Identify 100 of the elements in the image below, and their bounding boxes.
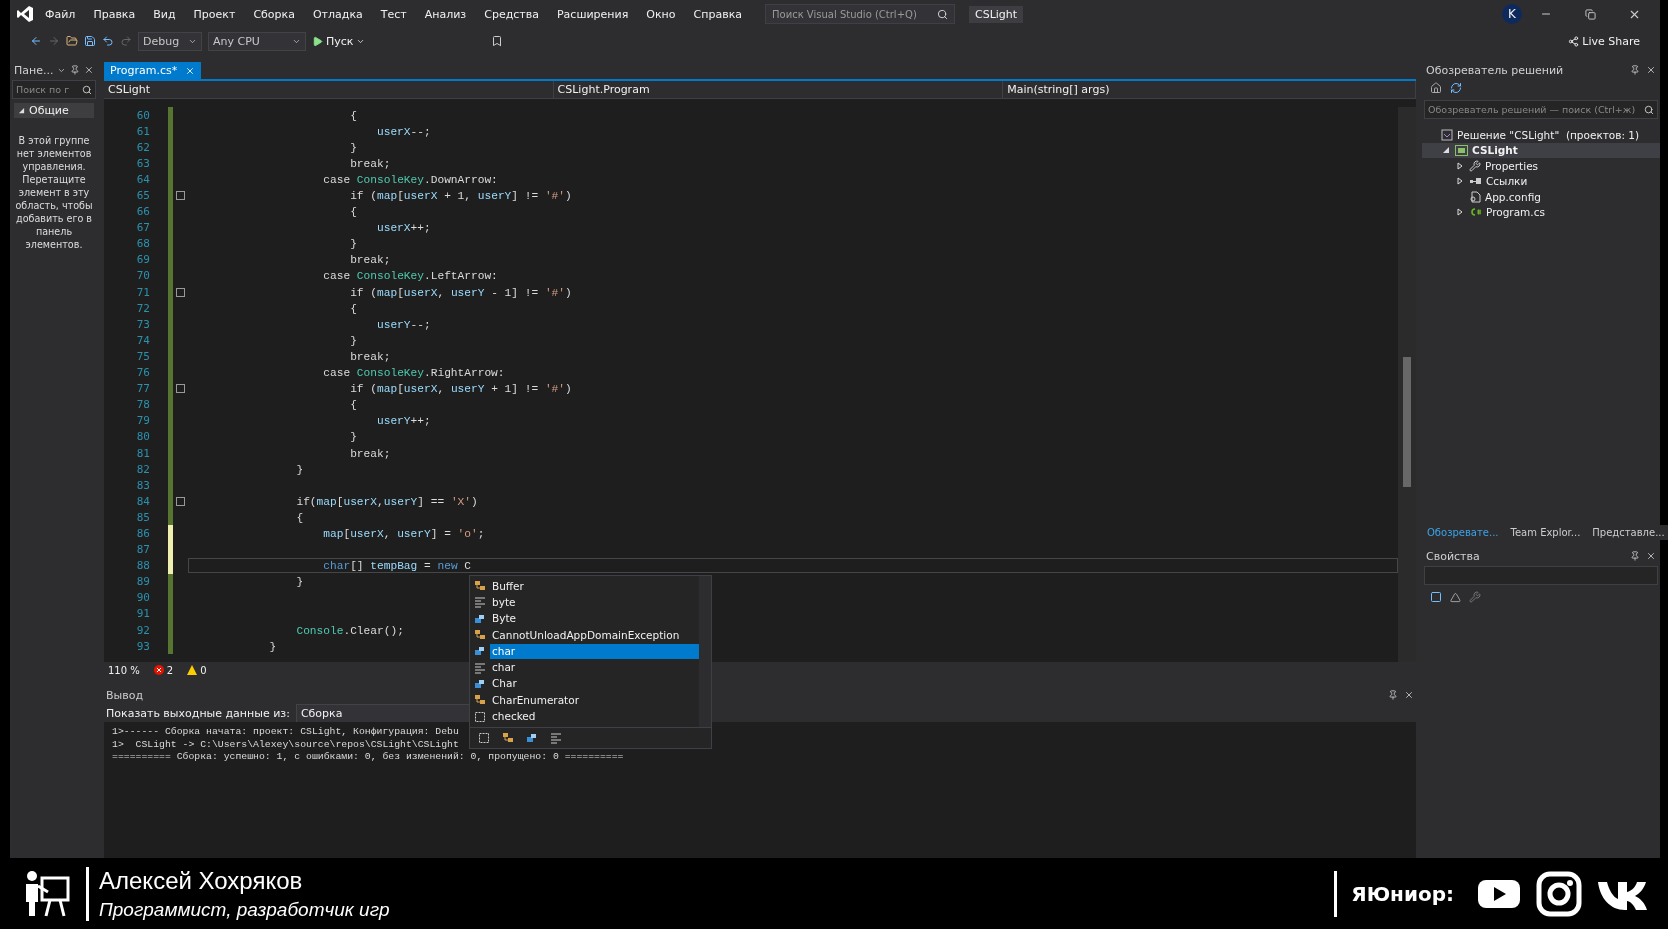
navigation-dropdown[interactable]: CSLight xyxy=(104,81,554,98)
code-line: if (map[userX, userY - 1] != '#') xyxy=(349,285,573,300)
completion-item[interactable]: byte xyxy=(490,594,699,610)
menu-item[interactable]: Расширения xyxy=(549,4,636,24)
undo-icon[interactable] xyxy=(102,35,114,47)
close-icon[interactable] xyxy=(1646,65,1656,75)
search-field[interactable]: Обозреватель решений — поиск (Ctrl+ж) xyxy=(1424,100,1658,119)
menu-item[interactable]: Анализ xyxy=(417,4,474,24)
refresh-icon[interactable] xyxy=(1450,82,1462,94)
configuration-dropdown[interactable]: Debug xyxy=(138,31,202,51)
navigation-dropdown[interactable]: Main(string[] args) xyxy=(1003,81,1416,98)
pin-icon[interactable] xyxy=(1388,690,1398,700)
code-line: { xyxy=(349,398,358,413)
tree-item[interactable]: CSLight xyxy=(1472,144,1518,157)
line-number: 73 xyxy=(135,317,151,331)
pin-icon[interactable] xyxy=(70,65,81,75)
output-line: ========== Сборка: успешно: 1, с ошибками: 0, без изменений: 0, пропущено: 0 ========== xyxy=(112,751,624,764)
collapsed-arrow-icon[interactable] xyxy=(1456,177,1464,186)
struct-icon xyxy=(474,677,486,690)
completion-item[interactable]: Char xyxy=(490,676,699,692)
line-number: 66 xyxy=(135,205,151,219)
fold-marker[interactable] xyxy=(176,384,185,394)
code-line: break; xyxy=(349,349,392,364)
tree-item[interactable]: Решение "CSLight" (проектов: 1) xyxy=(1457,128,1640,141)
fold-marker[interactable] xyxy=(176,191,185,200)
code-line: } xyxy=(349,333,358,348)
save-icon[interactable] xyxy=(84,35,96,47)
wrench-icon[interactable] xyxy=(1469,591,1481,603)
panel-tab[interactable]: Обозревате... xyxy=(1422,524,1504,540)
fold-marker[interactable] xyxy=(176,287,185,297)
menu-item[interactable]: Файл xyxy=(38,4,83,24)
code-line: { xyxy=(349,205,358,220)
document-tab[interactable]: Program.cs* xyxy=(104,62,202,79)
collapsed-arrow-icon[interactable] xyxy=(1456,208,1464,217)
menu-item[interactable]: Средства xyxy=(477,4,546,24)
bookmark-icon[interactable] xyxy=(491,35,504,47)
menu-item[interactable]: Справка xyxy=(686,4,749,24)
line-number: 88 xyxy=(135,559,151,573)
tree-item[interactable]: Ссылки xyxy=(1486,175,1528,188)
tree-item[interactable]: App.config xyxy=(1485,190,1541,203)
menu-item[interactable]: Окно xyxy=(639,4,683,24)
class-icon xyxy=(502,731,514,744)
search-icon xyxy=(82,84,92,95)
keyword-icon xyxy=(550,731,562,744)
code-line: Console.Clear(); xyxy=(295,623,405,638)
code-line: } xyxy=(295,462,305,477)
tree-item[interactable]: Properties xyxy=(1485,159,1539,172)
line-number: 78 xyxy=(135,398,151,412)
line-number: 62 xyxy=(135,140,151,154)
code-line: userY--; xyxy=(375,317,432,332)
pin-icon[interactable] xyxy=(1630,65,1640,75)
completion-item[interactable]: CannotUnloadAppDomainException xyxy=(490,627,699,643)
pin-icon[interactable] xyxy=(1630,551,1640,561)
code-line: userY++; xyxy=(375,414,432,429)
live-share-button[interactable]: Live Share xyxy=(1568,34,1640,48)
output-line: 1> CSLight -> C:\Users\Alexey\source\repos\CSLight\CSLight xyxy=(112,738,459,751)
code-line: userX--; xyxy=(375,124,432,139)
menu-item[interactable]: Правка xyxy=(86,4,143,24)
menu-item[interactable]: Проект xyxy=(186,4,243,24)
scrollbar[interactable] xyxy=(1398,107,1416,662)
line-number: 75 xyxy=(135,349,151,363)
error-count: 2 xyxy=(166,664,174,676)
menu-item[interactable]: Вид xyxy=(146,4,183,24)
completion-item[interactable]: Byte xyxy=(490,611,699,627)
redo-icon[interactable] xyxy=(120,35,132,47)
empty-group-message: В этой группе нет элементов управления. Перетащите элемент в эту область, чтобы добавить его в панель элементов. xyxy=(14,134,94,251)
line-number: 86 xyxy=(135,527,151,540)
toolbox-group[interactable]: Общие xyxy=(14,103,94,118)
menu-item[interactable]: Тест xyxy=(373,4,414,24)
start-button[interactable]: Пуск xyxy=(312,34,366,48)
close-icon[interactable] xyxy=(84,65,94,75)
code-line: { xyxy=(295,510,305,525)
platform-dropdown[interactable]: Any CPU xyxy=(208,31,306,51)
close-icon[interactable] xyxy=(1646,551,1656,561)
navigation-dropdown[interactable]: CSLight.Program xyxy=(553,81,1004,98)
completion-item[interactable]: Buffer xyxy=(490,578,699,594)
account-avatar[interactable]: K xyxy=(1502,4,1522,24)
tree-item[interactable]: Program.cs xyxy=(1486,206,1545,219)
line-number: 84 xyxy=(135,494,151,508)
zoom-level[interactable]: 110 % xyxy=(108,664,140,676)
struct-icon xyxy=(474,645,486,658)
back-icon[interactable] xyxy=(30,35,42,47)
scrollbar[interactable] xyxy=(699,576,711,727)
open-folder-icon[interactable] xyxy=(66,35,78,47)
completion-item[interactable]: char xyxy=(490,660,699,676)
restore-icon[interactable] xyxy=(1584,8,1596,20)
search-field[interactable]: Поиск по г xyxy=(12,80,96,99)
completion-item[interactable]: char xyxy=(490,643,699,659)
line-number: 91 xyxy=(135,607,151,621)
expanded-arrow-icon[interactable] xyxy=(1442,146,1450,155)
camera-icon xyxy=(1536,870,1582,917)
menu-item[interactable]: Сборка xyxy=(246,4,302,24)
home-icon[interactable] xyxy=(1430,82,1442,94)
line-number: 77 xyxy=(135,382,151,396)
menu-item[interactable]: Отладка xyxy=(305,4,370,24)
close-icon[interactable] xyxy=(1404,690,1414,700)
panel-title: Обозреватель решений xyxy=(1426,63,1564,77)
collapsed-arrow-icon[interactable] xyxy=(1456,161,1464,170)
fold-marker[interactable] xyxy=(176,496,185,506)
search-field[interactable]: Поиск Visual Studio (Ctrl+Q) xyxy=(765,4,955,24)
